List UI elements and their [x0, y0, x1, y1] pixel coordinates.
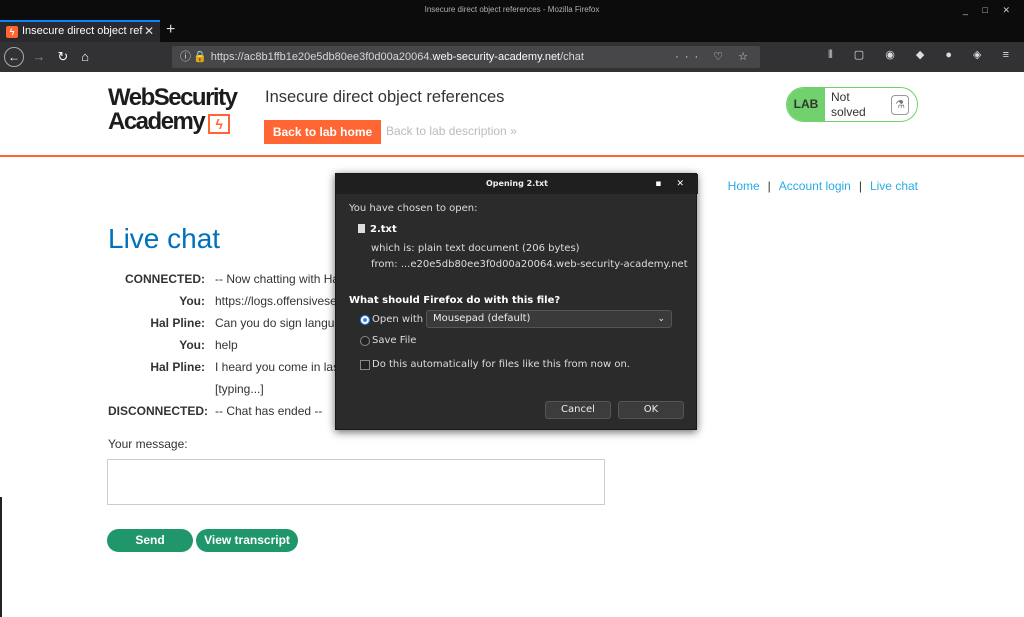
- chat-row: DISCONNECTED: -- Chat has ended --: [108, 403, 343, 425]
- url-actions[interactable]: ··· ♡ ☆: [675, 46, 754, 68]
- auto-label[interactable]: Do this automatically for files like thi…: [372, 359, 630, 370]
- window-titlebar: Insecure direct object references - Mozi…: [0, 0, 1024, 20]
- tab-active[interactable]: ϟ Insecure direct object ref ✕: [0, 20, 160, 42]
- dialog-question: What should Firefox do with this file?: [349, 295, 561, 306]
- chat-row: You: help: [108, 337, 343, 359]
- dialog-title: Opening 2.txt ▪ ✕: [336, 174, 698, 194]
- chat-sender: Hal Pline:: [150, 360, 205, 374]
- chat-sender: CONNECTED:: [125, 272, 205, 286]
- tab-close-icon[interactable]: ✕: [144, 22, 154, 41]
- reload-icon[interactable]: ↻: [54, 48, 72, 66]
- lab-title: Insecure direct object references: [265, 88, 505, 106]
- chat-message: I heard you come in last: [215, 360, 343, 374]
- nav-toolbar: ← → ↻ ⌂ ⓘ 🔒 https://ac8b1ffb1e20e5db80ee3f…: [0, 42, 1024, 72]
- open-with-radio[interactable]: [360, 315, 370, 325]
- chat-sender: Hal Pline:: [150, 316, 205, 330]
- home-icon[interactable]: ⌂: [76, 48, 94, 66]
- logo-line2: Academy: [108, 108, 206, 135]
- chat-sender: DISCONNECTED:: [108, 404, 209, 418]
- status-line2: solved: [831, 105, 866, 119]
- chat-row: [typing...]: [108, 381, 343, 403]
- app-select[interactable]: Mousepad (default) ⌄: [426, 310, 672, 328]
- flask-icon: ⚗: [891, 95, 909, 115]
- download-dialog: Opening 2.txt ▪ ✕ You have chosen to ope…: [335, 173, 698, 430]
- chat-log: CONNECTED: -- Now chatting with Hal You: h…: [108, 271, 343, 425]
- tab-bar: ϟ Insecure direct object ref ✕ +: [0, 20, 1024, 42]
- auto-checkbox[interactable]: [360, 360, 370, 370]
- your-message-label: Your message:: [108, 437, 188, 451]
- page-title: Live chat: [108, 223, 221, 254]
- lock-icon[interactable]: 🔒: [193, 51, 207, 63]
- tab-label: Insecure direct object ref: [22, 25, 143, 37]
- save-file-label[interactable]: Save File: [372, 335, 416, 346]
- window-edge: [0, 497, 2, 617]
- ok-button[interactable]: OK: [618, 401, 684, 419]
- url-prefix: https://ac8b1ffb1e20e5db80ee3f0d00a20064…: [210, 51, 433, 63]
- file-name: 2.txt: [358, 224, 397, 235]
- chat-message: -- Chat has ended --: [215, 404, 323, 418]
- dialog-title-text: Opening 2.txt: [485, 179, 548, 188]
- back-to-lab-home-button[interactable]: Back to lab home: [264, 120, 381, 144]
- file-source: from: ...e20e5db80ee3f0d00a20064.web-sec…: [371, 259, 688, 270]
- back-arrow-icon[interactable]: ←: [4, 47, 24, 67]
- file-icon: [358, 224, 365, 233]
- view-transcript-button[interactable]: View transcript: [196, 529, 298, 552]
- info-icon[interactable]: ⓘ: [180, 51, 191, 63]
- chat-message: [typing...]: [215, 382, 264, 396]
- dialog-controls[interactable]: ▪ ✕: [655, 174, 690, 194]
- chosen-label: You have chosen to open:: [349, 203, 478, 214]
- header-divider: [0, 155, 1024, 157]
- nav-live-chat-link[interactable]: Live chat: [870, 179, 918, 193]
- open-with-label[interactable]: Open with: [372, 314, 423, 325]
- lab-status: Not solved: [831, 90, 883, 120]
- chat-message: help: [215, 338, 238, 352]
- chevron-down-icon: ⌄: [657, 314, 665, 324]
- url-bar[interactable]: ⓘ 🔒 https://ac8b1ffb1e20e5db80ee3f0d00a200…: [172, 46, 760, 68]
- back-to-lab-description-link[interactable]: Back to lab description »: [386, 124, 517, 138]
- message-textarea[interactable]: [107, 459, 605, 505]
- chat-sender: You:: [179, 294, 205, 308]
- nav-separator: |: [767, 179, 771, 193]
- app-select-value: Mousepad (default): [433, 313, 531, 324]
- lab-status-badge: LAB Not solved ⚗: [786, 87, 918, 122]
- file-type: which is: plain text document (206 bytes…: [371, 243, 580, 254]
- new-tab-button[interactable]: +: [166, 20, 175, 40]
- academy-logo[interactable]: WebSecurity Academy ϟ: [108, 86, 254, 138]
- window-title: Insecure direct object references - Mozi…: [424, 5, 600, 14]
- chat-sender: You:: [179, 338, 205, 352]
- bolt-icon: ϟ: [208, 114, 231, 134]
- chat-message: https://logs.offensivesec: [215, 294, 343, 308]
- logo-line1: WebSecurity: [108, 84, 238, 111]
- lab-label: LAB: [787, 88, 825, 121]
- cancel-button[interactable]: Cancel: [545, 401, 611, 419]
- url-host: web-security-academy.net: [432, 51, 561, 63]
- favicon-icon: ϟ: [6, 26, 18, 38]
- window-controls[interactable]: _ □ ✕: [963, 0, 1016, 20]
- url-path: /chat: [560, 51, 584, 63]
- chat-message: -- Now chatting with Hal: [215, 272, 342, 286]
- chat-row: You: https://logs.offensivesec: [108, 293, 343, 315]
- chat-message: Can you do sign langua: [215, 316, 342, 330]
- toolbar-icons[interactable]: ⫴ ▢ ◉ ◆ ● ◈ ≡: [828, 48, 1018, 62]
- chat-row: CONNECTED: -- Now chatting with Hal: [108, 271, 343, 293]
- status-line1: Not: [831, 90, 850, 104]
- save-file-radio[interactable]: [360, 336, 370, 346]
- nav-home-link[interactable]: Home: [728, 179, 760, 193]
- send-button[interactable]: Send: [107, 529, 193, 552]
- chat-row: Hal Pline: I heard you come in last: [108, 359, 343, 381]
- forward-arrow-icon[interactable]: →: [30, 48, 48, 66]
- file-name-text: 2.txt: [370, 224, 397, 235]
- chat-row: Hal Pline: Can you do sign langua: [108, 315, 343, 337]
- nav-account-login-link[interactable]: Account login: [779, 179, 851, 193]
- top-nav: Home | Account login | Live chat: [728, 179, 918, 193]
- nav-separator: |: [858, 179, 862, 193]
